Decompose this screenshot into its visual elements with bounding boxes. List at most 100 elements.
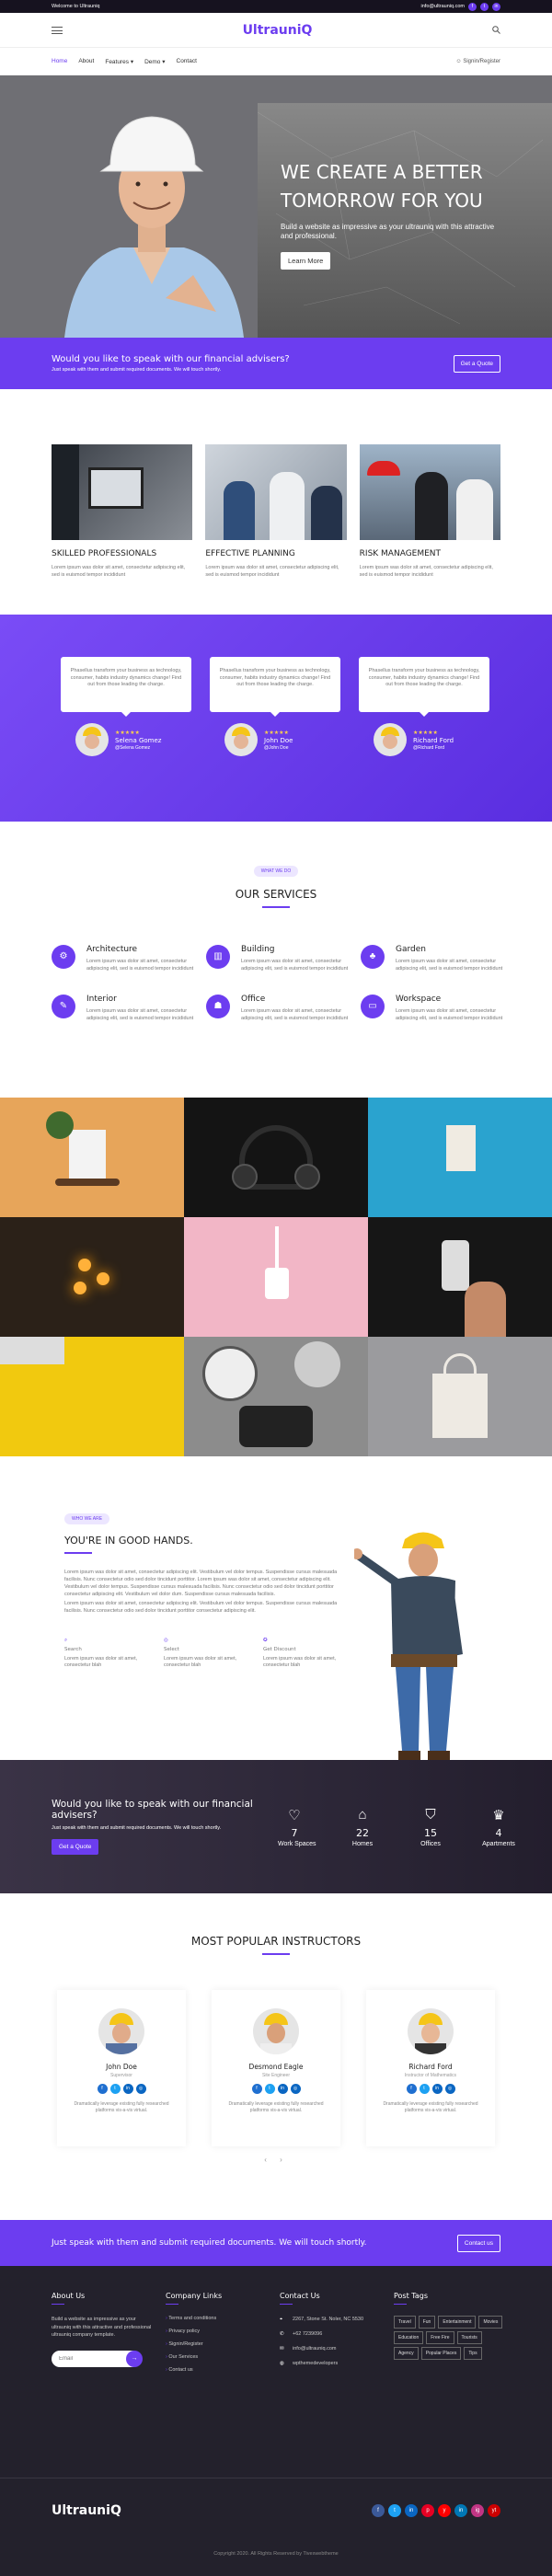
- rating-stars: ★★★★★: [413, 730, 438, 736]
- youtube-icon[interactable]: yt: [488, 2503, 500, 2517]
- contact-web[interactable]: wpthemedevelopers: [293, 2360, 338, 2367]
- twitter-icon[interactable]: t: [109, 2084, 121, 2094]
- tag[interactable]: Agency: [394, 2347, 419, 2360]
- nav-about[interactable]: About: [78, 58, 94, 65]
- linkedin-icon[interactable]: in: [405, 2503, 418, 2517]
- youtube-icon[interactable]: y: [438, 2503, 451, 2517]
- service-item[interactable]: ♣ Garden Lorem ipsum was dolor sit amet, c…: [361, 945, 508, 972]
- service-item[interactable]: ⚙ Architecture Lorem ipsum was dolor sit a…: [52, 945, 199, 972]
- learn-more-button[interactable]: Learn More: [281, 252, 331, 270]
- linkedin-icon[interactable]: in: [277, 2084, 288, 2094]
- gallery-image[interactable]: [0, 1098, 184, 1217]
- footer-about-title: About Us: [52, 2292, 86, 2300]
- instagram-icon[interactable]: ig: [471, 2503, 484, 2517]
- services-section: WHAT WE DO OUR SERVICES ⚙ Architecture Lor…: [0, 822, 552, 1098]
- mini-feature-text: Lorem ipsum was dolor sit amet, consecte…: [164, 1656, 237, 1668]
- twitter-icon[interactable]: t: [388, 2503, 401, 2517]
- mail-icon: ✉: [280, 2346, 284, 2352]
- linkedin-icon[interactable]: in: [454, 2503, 467, 2517]
- gallery-image[interactable]: [368, 1098, 552, 1217]
- facebook-icon[interactable]: f: [97, 2084, 108, 2094]
- heart-icon: ♡: [288, 1807, 301, 1823]
- tag[interactable]: Tips: [464, 2347, 482, 2360]
- tag[interactable]: Fun: [418, 2316, 436, 2329]
- tag[interactable]: Education: [394, 2331, 424, 2344]
- dribbble-icon[interactable]: ◎: [135, 2084, 146, 2094]
- facebook-icon[interactable]: f: [251, 2084, 262, 2094]
- copyright: Copyright 2020. All Rights Reserved by T…: [0, 2542, 552, 2576]
- get-quote-button[interactable]: Get a Quote: [453, 354, 500, 373]
- footer-link[interactable]: Terms and conditions: [166, 2316, 280, 2321]
- nav-demo-label: Demo: [144, 58, 161, 65]
- facebook-icon[interactable]: f: [468, 2, 477, 11]
- feature-card: SKILLED PROFESSIONALS Lorem ipsum was do…: [52, 444, 193, 615]
- twitter-icon[interactable]: t: [419, 2084, 430, 2094]
- linkedin-icon[interactable]: in: [122, 2084, 133, 2094]
- contact-email[interactable]: info@ultrauniq.com: [293, 2345, 336, 2352]
- tag[interactable]: Entertainment: [438, 2316, 477, 2329]
- linkedin-icon[interactable]: in: [431, 2084, 443, 2094]
- logo[interactable]: UltrauniQ: [243, 23, 313, 38]
- gallery-image[interactable]: [0, 1217, 184, 1337]
- facebook-icon[interactable]: f: [372, 2503, 385, 2517]
- stat-value: 15: [424, 1826, 437, 1839]
- gallery-image[interactable]: [368, 1337, 552, 1456]
- signin-link[interactable]: ☺ Signin/Register: [456, 59, 501, 64]
- service-item[interactable]: ▥ Building Lorem ipsum was dolor sit amet,…: [206, 945, 353, 972]
- instructor-name: Richard Ford: [408, 2063, 453, 2071]
- nav-features[interactable]: Features ▾: [105, 58, 133, 65]
- tag[interactable]: Popular Places: [420, 2347, 462, 2360]
- title-underline: [262, 1953, 290, 1955]
- tag[interactable]: Movies: [478, 2316, 503, 2329]
- footer-link[interactable]: Privacy policy: [166, 2329, 280, 2334]
- tag[interactable]: Tourists: [456, 2331, 482, 2344]
- mini-feature: ✪ Get Discount Lorem ipsum was dolor sit …: [263, 1635, 340, 1669]
- nav-home[interactable]: Home: [52, 58, 67, 65]
- gallery-image[interactable]: [184, 1217, 368, 1337]
- service-item[interactable]: ☗ Office Lorem ipsum was dolor sit amet, c…: [206, 995, 353, 1022]
- gallery-image[interactable]: [0, 1337, 184, 1456]
- about-worker-image: [354, 1532, 463, 1760]
- tag[interactable]: Travel: [394, 2316, 416, 2329]
- newsletter-email-input[interactable]: [52, 2350, 134, 2367]
- nav-contact[interactable]: Contact: [177, 58, 197, 65]
- instructor-role: Site Engineer: [261, 2073, 291, 2078]
- twitter-icon[interactable]: t: [480, 2, 489, 11]
- testimonial-card: Phasellus transform your business as tec…: [210, 657, 340, 822]
- contact-us-button[interactable]: Contact us: [456, 2234, 500, 2252]
- dribbble-icon[interactable]: ◎: [290, 2084, 301, 2094]
- footer-link[interactable]: Our Services: [166, 2354, 280, 2360]
- footer-link[interactable]: Contact us: [166, 2367, 280, 2373]
- tag[interactable]: Free Fire: [426, 2331, 454, 2344]
- service-item[interactable]: ▭ Workspace Lorem ipsum was dolor sit amet…: [361, 995, 508, 1022]
- arrow-right-icon[interactable]: →: [126, 2350, 143, 2367]
- search-icon[interactable]: [492, 26, 500, 34]
- menu-icon[interactable]: [52, 26, 63, 34]
- facebook-icon[interactable]: f: [406, 2084, 417, 2094]
- carousel-arrows[interactable]: ‹ ›: [0, 2156, 552, 2164]
- dribbble-icon[interactable]: ◎: [444, 2084, 455, 2094]
- rating-stars: ★★★★★: [115, 730, 140, 736]
- footer-logo[interactable]: UltrauniQ: [52, 2503, 121, 2518]
- topbar-email[interactable]: info@ultrauniq.com: [421, 4, 465, 9]
- nav-demo[interactable]: Demo ▾: [144, 58, 165, 65]
- avatar: [98, 2008, 144, 2054]
- gallery-image[interactable]: [184, 1337, 368, 1456]
- footer-link[interactable]: Signin/Register: [166, 2341, 280, 2347]
- gallery-image[interactable]: [368, 1217, 552, 1337]
- service-item[interactable]: ✎ Interior Lorem ipsum was dolor sit amet,…: [52, 995, 199, 1022]
- stat-item: ♡ 7 Work Spaces: [278, 1807, 316, 1847]
- stat-item: ⛉ 15 Offices: [414, 1807, 447, 1847]
- mini-feature: ◎ Select Lorem ipsum was dolor sit amet, …: [164, 1635, 241, 1669]
- gallery-image[interactable]: [184, 1098, 368, 1217]
- get-quote-button[interactable]: Get a Quote: [52, 1839, 99, 1855]
- testimonial-handle: @Richard Ford: [413, 744, 444, 751]
- twitter-icon[interactable]: t: [264, 2084, 275, 2094]
- user-icon: ☺: [455, 58, 462, 64]
- footer-about-text: Build a website as impressive as your ul…: [52, 2317, 152, 2338]
- avatar: [374, 723, 407, 756]
- pinterest-icon[interactable]: p: [421, 2503, 434, 2517]
- crown-icon: ♛: [492, 1807, 505, 1823]
- globe-icon: ◍: [280, 2361, 284, 2366]
- linkedin-icon[interactable]: in: [492, 2, 500, 11]
